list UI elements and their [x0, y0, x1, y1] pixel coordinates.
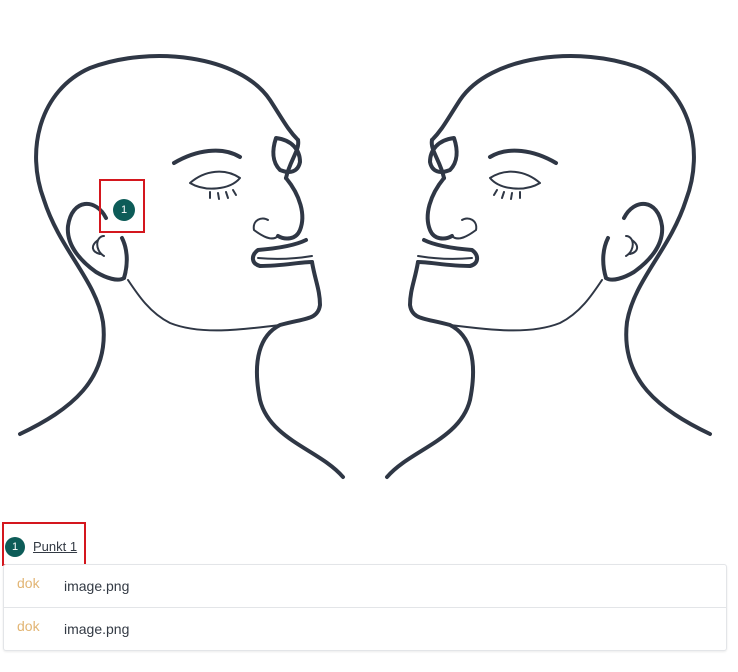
right-face-drawing [385, 54, 712, 479]
image-marker-highlight[interactable]: 1 [99, 179, 145, 233]
image-marker-badge[interactable]: 1 [113, 199, 135, 221]
point-list-item[interactable]: 1 Punkt 1 [2, 522, 86, 566]
file-type-label: dok [17, 575, 40, 591]
face-diagram[interactable]: 1 [0, 0, 738, 500]
file-name[interactable]: image.png [64, 578, 129, 594]
attachment-row[interactable]: dok image.png [4, 608, 726, 650]
point-number-badge: 1 [5, 537, 25, 557]
file-name[interactable]: image.png [64, 621, 129, 637]
attachment-row[interactable]: dok image.png [4, 565, 726, 608]
attachment-list: dok image.png dok image.png [3, 564, 727, 651]
face-profiles-image [18, 54, 712, 479]
point-link[interactable]: Punkt 1 [33, 539, 77, 554]
left-face-drawing [18, 54, 345, 479]
file-type-label: dok [17, 618, 40, 634]
